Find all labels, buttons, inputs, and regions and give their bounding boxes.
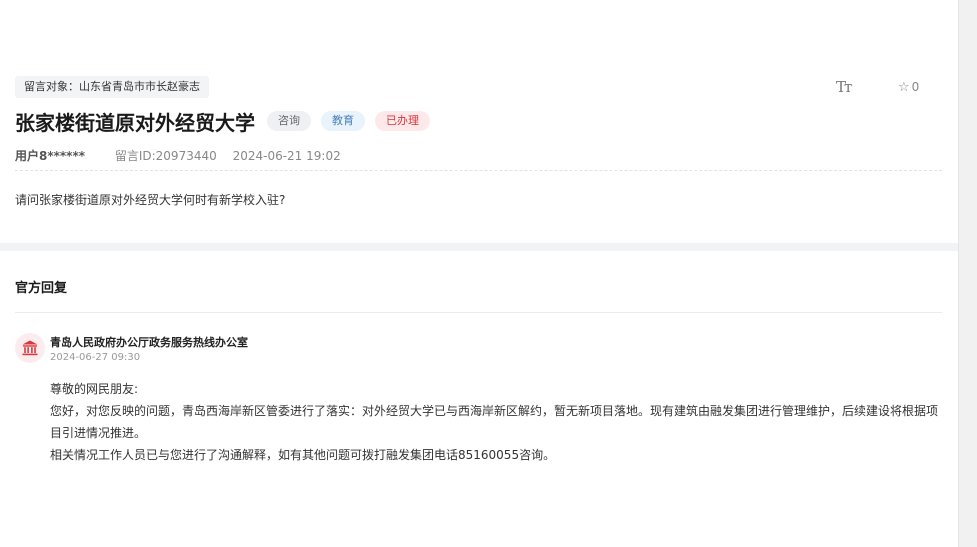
message-content: 请问张家楼街道原对外经贸大学何时有新学校入驻?	[15, 193, 286, 207]
reply-content: 尊敬的网民朋友: 您好，对您反映的问题，青岛西海岸新区管委进行了落实：对外经贸大…	[50, 378, 945, 466]
reply-paragraph: 您好，对您反映的问题，青岛西海岸新区管委进行了落实：对外经贸大学已与西海岸新区解…	[50, 404, 939, 440]
page: 留言对象：山东省青岛市市长赵豪志 Tт ☆ 0 张家楼街道原对外经贸大学 咨询 教…	[0, 0, 958, 547]
message-id: 留言ID:20973440	[114, 149, 217, 163]
tag-topic: 教育	[321, 111, 365, 131]
section-separator	[0, 243, 958, 251]
message-time: 2024-06-21 19:02	[232, 149, 341, 163]
reply-time: 2024-06-27 09:30	[50, 352, 141, 363]
government-building-icon	[15, 333, 45, 363]
font-size-icon[interactable]: Tт	[836, 78, 852, 96]
message-meta: 用户8****** 留言ID:20973440 2024-06-21 19:02	[15, 147, 341, 164]
favorite-button[interactable]: ☆ 0	[898, 80, 919, 95]
title-row: 张家楼街道原对外经贸大学 咨询 教育 已办理	[15, 106, 430, 136]
page-title: 张家楼街道原对外经贸大学	[15, 110, 255, 135]
reply-paragraph: 相关情况工作人员已与您进行了沟通解释，如有其他问题可拨打融发集团电话851600…	[50, 448, 556, 462]
reply-greeting: 尊敬的网民朋友:	[50, 382, 139, 396]
reply-organization: 青岛人民政府办公厅政务服务热线办公室	[50, 336, 248, 349]
favorite-count: 0	[911, 80, 920, 94]
scrollbar-track[interactable]	[958, 0, 977, 547]
message-user: 用户8******	[15, 149, 86, 163]
divider	[15, 170, 942, 171]
message-target-tag: 留言对象：山东省青岛市市长赵豪志	[15, 76, 209, 98]
divider	[15, 312, 942, 313]
star-icon: ☆	[898, 80, 910, 95]
status-badge: 已办理	[375, 111, 430, 131]
tag-category: 咨询	[267, 111, 311, 131]
reply-section-title: 官方回复	[15, 281, 68, 296]
